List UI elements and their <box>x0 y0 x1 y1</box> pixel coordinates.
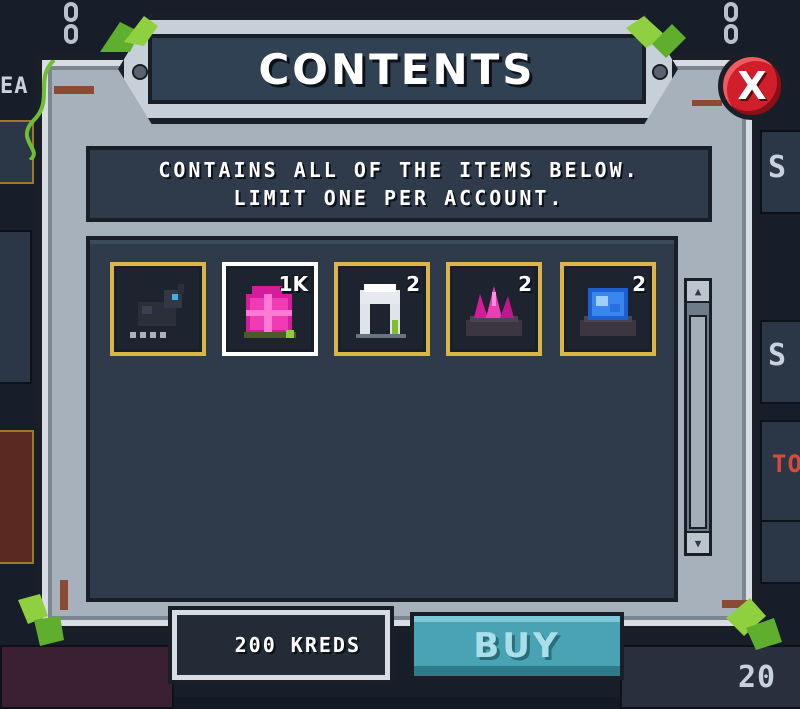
bg-side-text: 20 <box>738 660 777 695</box>
scroll-down-button[interactable]: ▼ <box>687 531 709 553</box>
close-button[interactable]: X <box>718 52 786 120</box>
dialog-title: CONTENTS <box>258 44 536 94</box>
bolt-icon <box>132 64 148 80</box>
item-count: 2 <box>632 272 646 296</box>
vine-decoration-icon <box>25 60 56 160</box>
buy-button[interactable]: BUY <box>410 612 624 680</box>
left-chain <box>58 0 84 58</box>
right-chain <box>718 0 744 58</box>
item-count: 2 <box>518 272 532 296</box>
rust-stain <box>692 100 722 106</box>
scroll-thumb[interactable] <box>689 315 707 529</box>
dark-mount-icon <box>130 284 184 338</box>
item-slot[interactable] <box>110 262 206 356</box>
leaf-decoration-icon <box>726 598 782 650</box>
item-slot[interactable]: 1K <box>222 262 318 356</box>
item-count: 2 <box>406 272 420 296</box>
title-bar: CONTENTS <box>148 34 646 104</box>
leaf-decoration-icon <box>18 594 64 646</box>
bg-side-text: S <box>768 338 788 373</box>
item-slot[interactable]: 2 <box>334 262 430 356</box>
item-count: 1K <box>278 272 308 296</box>
scroll-up-button[interactable]: ▲ <box>687 281 709 303</box>
buy-label: BUY <box>473 626 561 666</box>
bg-side-text: TO <box>772 450 800 478</box>
item-slot[interactable]: 2 <box>560 262 656 356</box>
leaf-decoration-icon <box>100 16 158 52</box>
description-box: CONTAINS ALL OF THE ITEMS BELOW. LIMIT O… <box>86 146 712 222</box>
items-scrollbar[interactable]: ▲ ▼ <box>684 278 712 556</box>
description-line: LIMIT ONE PER ACCOUNT. <box>233 186 565 210</box>
item-slot[interactable]: 2 <box>446 262 542 356</box>
close-icon: X <box>737 64 767 108</box>
price-display: 200 KREDS <box>172 610 390 680</box>
leaf-decoration-icon <box>626 16 686 58</box>
bg-side-text: S <box>768 150 788 185</box>
description-line: CONTAINS ALL OF THE ITEMS BELOW. <box>158 158 640 182</box>
price-label: 200 KREDS <box>234 633 361 657</box>
bolt-icon <box>652 64 668 80</box>
